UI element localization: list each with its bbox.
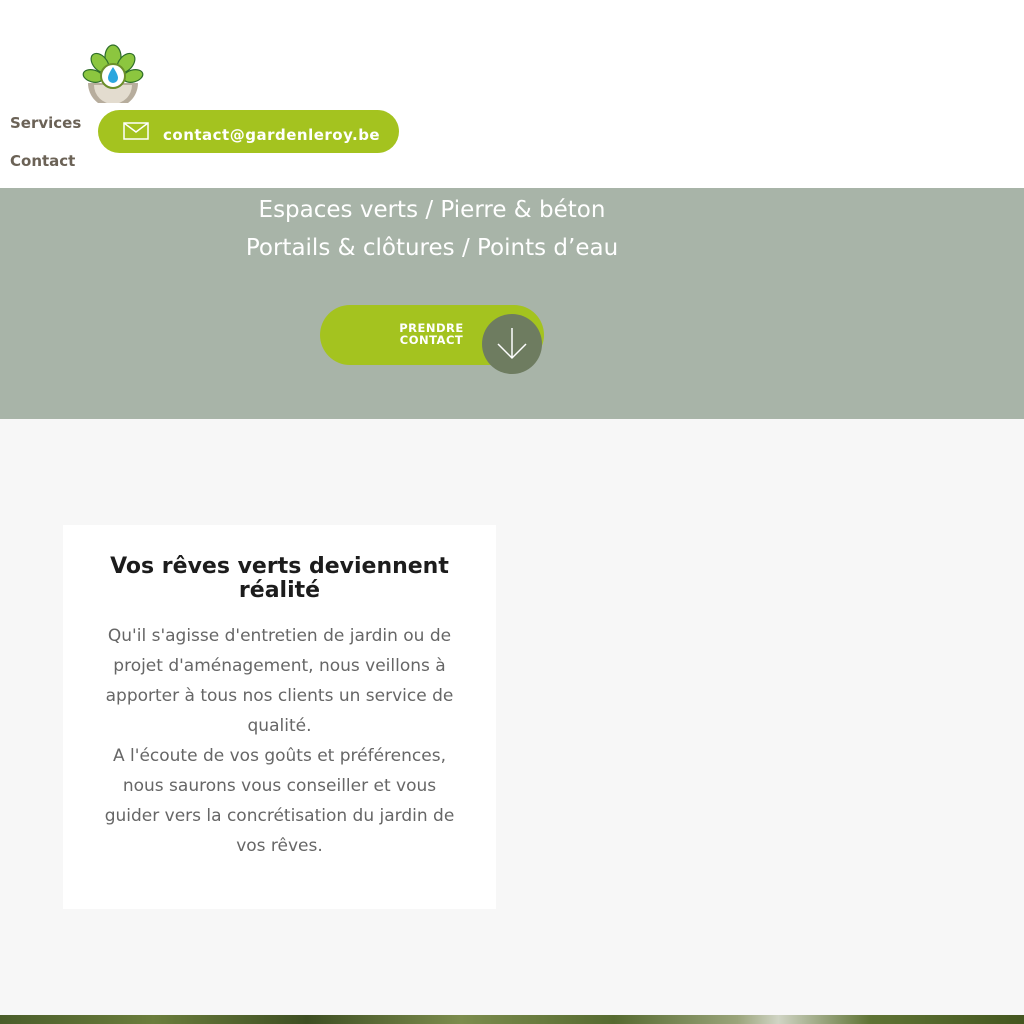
nav-services[interactable]: Services: [10, 114, 81, 132]
intro-paragraph-2: A l'écoute de vos goûts et préférences, …: [104, 746, 455, 856]
arrow-down-icon: [482, 314, 542, 374]
prendre-contact-button[interactable]: PRENDRE CONTACT: [320, 305, 544, 374]
hero-services-line-1: Espaces verts / Pierre & béton: [258, 197, 606, 223]
hero-services-line-2: Portails & clôtures / Points d’eau: [245, 235, 619, 261]
site-logo[interactable]: [80, 43, 146, 108]
intro-card: Vos rêves verts deviennent réalité Qu'il…: [63, 525, 496, 909]
intro-title: Vos rêves verts deviennent réalité: [110, 554, 449, 603]
cta-label: PRENDRE CONTACT: [399, 321, 464, 347]
hero-banner: Espaces verts / Pierre & béton Portails …: [0, 188, 1024, 419]
nav-contact[interactable]: Contact: [10, 152, 75, 170]
intro-paragraph-1: Qu'il s'agisse d'entretien de jardin ou …: [105, 626, 454, 736]
email-contact-button[interactable]: contact@gardenleroy.be: [98, 110, 399, 153]
site-header: Services Contact contact@gardenleroy.be: [0, 0, 1024, 188]
intro-text: Qu'il s'agisse d'entretien de jardin ou …: [93, 621, 466, 861]
email-text: contact@gardenleroy.be: [163, 126, 381, 144]
garden-photo-strip: [0, 1015, 1024, 1024]
mail-icon: [123, 122, 149, 140]
